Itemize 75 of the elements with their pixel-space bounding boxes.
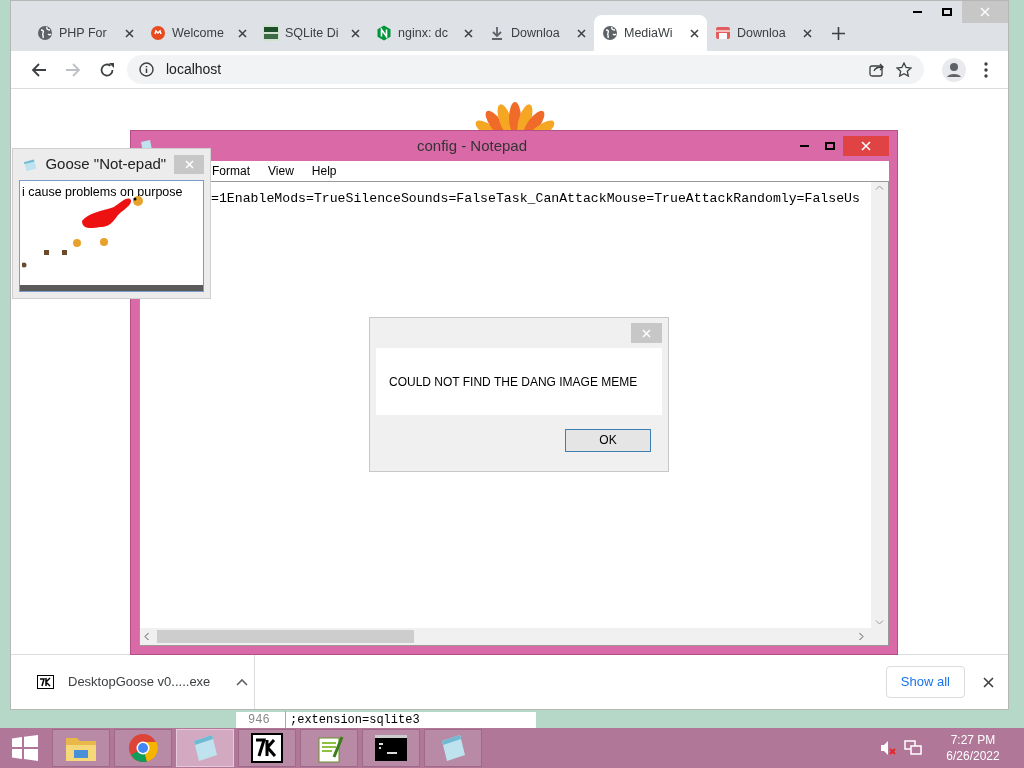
dialog-message: COULD NOT FIND THE DANG IMAGE MEME xyxy=(389,373,638,391)
browser-tab[interactable]: Downloa xyxy=(481,15,594,51)
archive-icon xyxy=(37,675,54,689)
close-icon xyxy=(184,160,194,169)
vertical-scrollbar[interactable] xyxy=(871,182,888,628)
browser-tab[interactable]: MediaWi xyxy=(594,15,707,51)
url-text: localhost xyxy=(166,60,223,79)
download-icon xyxy=(489,25,505,41)
store-icon xyxy=(715,25,731,41)
scroll-thumb[interactable] xyxy=(157,630,414,643)
close-icon[interactable] xyxy=(577,28,586,38)
ok-button[interactable]: OK xyxy=(565,428,651,452)
scroll-down-icon xyxy=(875,620,884,625)
address-bar[interactable]: localhost xyxy=(127,55,924,84)
browser-tab[interactable]: PHP For xyxy=(29,15,142,51)
reload-icon[interactable] xyxy=(99,61,115,78)
globe-icon xyxy=(602,25,618,41)
close-icon[interactable] xyxy=(125,28,134,38)
close-icon[interactable] xyxy=(351,28,360,38)
terminal-icon xyxy=(375,735,407,761)
close-icon[interactable] xyxy=(803,28,812,38)
archive-icon xyxy=(251,733,283,763)
chrome-icon xyxy=(128,733,158,763)
close-icon[interactable] xyxy=(464,28,473,38)
show-all-button[interactable]: Show all xyxy=(885,666,965,698)
browser-tab[interactable]: Welcome xyxy=(142,15,255,51)
clock-date[interactable]: 6/26/2022 xyxy=(946,748,1000,764)
close-icon xyxy=(980,7,990,17)
scroll-up-icon xyxy=(875,185,884,190)
tab-title: SQLite Di xyxy=(285,24,340,42)
chevron-up-icon[interactable] xyxy=(236,678,249,686)
star-icon[interactable] xyxy=(896,61,912,78)
close-icon[interactable] xyxy=(983,676,994,688)
window-title: Goose "Not-epad" xyxy=(45,154,167,175)
tab-title: nginx: dc xyxy=(398,24,450,42)
browser-tab[interactable]: SQLite Di xyxy=(255,15,368,51)
close-icon xyxy=(642,328,651,338)
windows-logo-icon xyxy=(12,735,38,761)
back-icon[interactable] xyxy=(31,61,47,78)
globe-icon xyxy=(37,25,53,41)
logo-icon xyxy=(150,25,166,41)
code-line: ;extension=sqlite3 xyxy=(289,712,420,729)
tab-title: Welcome xyxy=(172,24,225,42)
network-icon[interactable] xyxy=(904,740,922,756)
logo-icon xyxy=(376,25,392,41)
download-filename: DesktopGoose v0.....exe xyxy=(68,673,211,692)
speaker-muted-icon[interactable] xyxy=(880,740,896,756)
scroll-right-icon xyxy=(859,632,864,641)
tab-title: PHP For xyxy=(59,24,108,42)
logo-icon xyxy=(263,25,279,41)
browser-tab[interactable]: nginx: dc xyxy=(368,15,481,51)
info-icon xyxy=(139,62,154,77)
plus-icon xyxy=(831,26,845,40)
taskbar-app[interactable] xyxy=(362,729,420,767)
close-icon[interactable] xyxy=(690,28,699,38)
text-line: =1EnableMods=TrueSilenceSounds=FalseTask_CanAttackMouse=TrueAttackRandomly=FalseUs xyxy=(211,191,860,206)
menu-item[interactable]: Help xyxy=(311,162,337,180)
scroll-left-icon xyxy=(144,632,149,641)
close-icon xyxy=(861,141,871,151)
browser-tab[interactable]: Downloa xyxy=(707,15,820,51)
tab-title: MediaWi xyxy=(624,24,674,42)
share-icon[interactable] xyxy=(869,62,884,77)
clock-time[interactable]: 7:27 PM xyxy=(950,732,996,748)
tab-title: Downloa xyxy=(737,24,787,42)
window-title: config - Notepad xyxy=(415,135,529,156)
menu-icon[interactable] xyxy=(984,61,988,78)
horizontal-scrollbar[interactable] xyxy=(140,628,888,645)
menu-item[interactable]: Format xyxy=(212,162,250,180)
notepad-icon xyxy=(23,157,38,172)
text-area[interactable]: i cause problems on purpose xyxy=(19,180,204,292)
tab-title: Downloa xyxy=(511,24,561,42)
close-icon[interactable] xyxy=(238,28,247,38)
menu-item[interactable]: View xyxy=(268,162,294,180)
profile-icon[interactable] xyxy=(942,57,966,82)
taskbar-app[interactable] xyxy=(238,729,296,767)
